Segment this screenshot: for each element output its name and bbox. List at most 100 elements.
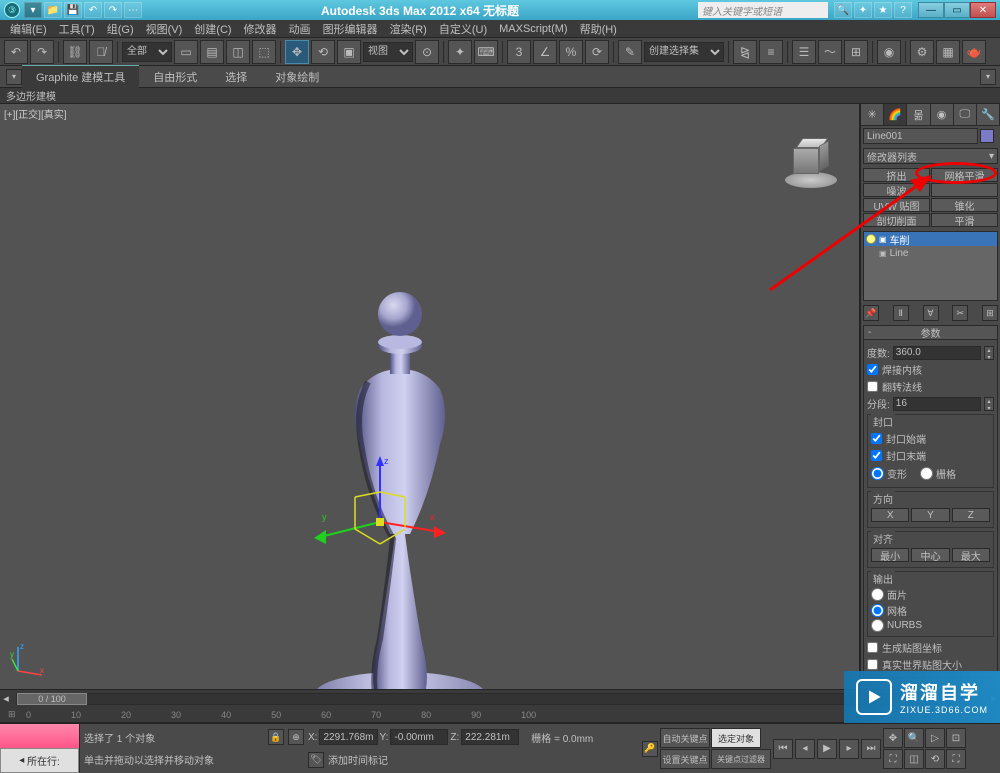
help-icon[interactable]: ? [894, 2, 912, 18]
stack-item-lathe[interactable]: ▣ 车削 [864, 232, 997, 246]
qat-more-icon[interactable]: ⋯ [124, 2, 142, 18]
menu-customize[interactable]: 自定义(U) [433, 21, 493, 37]
coord-x-field[interactable]: 2291.768m [319, 729, 377, 745]
prev-frame-icon[interactable]: ◂ [795, 739, 815, 759]
nav-region-zoom-icon[interactable]: ◫ [904, 749, 924, 769]
undo-icon[interactable]: ↶ [4, 40, 28, 64]
percent-snap-icon[interactable]: % [559, 40, 583, 64]
nav-orbit-icon[interactable]: ⟲ [925, 749, 945, 769]
nav-pan-icon[interactable]: ✥ [883, 728, 903, 748]
unlink-icon[interactable]: ⛓̸ [89, 40, 113, 64]
next-frame-icon[interactable]: ▸ [839, 739, 859, 759]
object-color-swatch[interactable] [980, 129, 994, 143]
play-icon[interactable]: ▶ [817, 739, 837, 759]
select-manipulate-icon[interactable]: ✦ [448, 40, 472, 64]
axis-x-button[interactable]: X [871, 508, 909, 522]
edit-named-sel-icon[interactable]: ✎ [618, 40, 642, 64]
selected-dropdown[interactable]: 选定对象 [711, 728, 761, 748]
rendered-frame-icon[interactable]: ▦ [936, 40, 960, 64]
timeline-prev-icon[interactable]: ◂ [0, 692, 12, 705]
layers-icon[interactable]: ☰ [792, 40, 816, 64]
select-object-icon[interactable]: ▭ [174, 40, 198, 64]
spinner-arrows-icon[interactable]: ▴▾ [984, 346, 994, 360]
nav-zoom-all-icon[interactable]: ⊡ [946, 728, 966, 748]
select-rotate-icon[interactable]: ⟲ [311, 40, 335, 64]
spinner-snap-icon[interactable]: ⟳ [585, 40, 609, 64]
mod-button-slice[interactable]: 剖切削面 [863, 213, 930, 227]
redo-icon[interactable]: ↷ [30, 40, 54, 64]
output-patch-radio[interactable] [871, 588, 884, 601]
use-pivot-icon[interactable]: ⊙ [415, 40, 439, 64]
rollout-header[interactable]: -参数 [864, 326, 997, 340]
segments-spinner[interactable]: 16 [893, 397, 981, 411]
time-tag-icon[interactable]: 🏷 [308, 752, 324, 768]
pin-stack-icon[interactable]: 📌 [863, 305, 879, 321]
align-center-button[interactable]: 中心 [911, 548, 949, 562]
motion-panel-tab[interactable]: ◉ [931, 104, 954, 125]
mod-button-meshsmooth[interactable]: 网格平滑 [931, 168, 998, 182]
output-mesh-radio[interactable] [871, 604, 884, 617]
key-filters-button[interactable]: 关键点过滤器 [711, 749, 771, 769]
coord-y-field[interactable]: -0.00mm [390, 729, 448, 745]
keyboard-shortcut-icon[interactable]: ⌨ [474, 40, 498, 64]
track-bar-toggle-icon[interactable]: ⊞ [8, 709, 22, 720]
qat-undo-icon[interactable]: ↶ [84, 2, 102, 18]
selection-lock-icon[interactable]: 🔒 [268, 729, 284, 745]
real-world-checkbox[interactable] [867, 659, 878, 670]
menu-rendering[interactable]: 渲染(R) [384, 21, 433, 37]
menu-graph-editors[interactable]: 图形编辑器 [317, 21, 384, 37]
qat-redo-icon[interactable]: ↷ [104, 2, 122, 18]
set-key-icon[interactable]: 🔑 [642, 741, 658, 757]
maxscript-mini-listener[interactable] [0, 724, 79, 748]
ribbon-tab-freeform[interactable]: 自由形式 [139, 66, 211, 88]
window-crossing-icon[interactable]: ⬚ [252, 40, 276, 64]
schematic-view-icon[interactable]: ⊞ [844, 40, 868, 64]
render-icon[interactable]: 🫖 [962, 40, 986, 64]
minimize-button[interactable]: — [918, 2, 944, 18]
ribbon-tab-selection[interactable]: 选择 [211, 66, 261, 88]
time-slider-track[interactable]: 0 / 100 [16, 693, 984, 705]
output-nurbs-radio[interactable] [871, 619, 884, 632]
select-by-name-icon[interactable]: ▤ [200, 40, 224, 64]
hierarchy-panel-tab[interactable]: 몲 [907, 104, 930, 125]
auto-key-button[interactable]: 自动关键点 [660, 728, 710, 748]
align-min-button[interactable]: 最小 [871, 548, 909, 562]
menu-views[interactable]: 视图(V) [140, 21, 189, 37]
show-end-result-icon[interactable]: Ⅱ [893, 305, 909, 321]
menu-group[interactable]: 组(G) [101, 21, 140, 37]
select-region-icon[interactable]: ◫ [226, 40, 250, 64]
degrees-spinner[interactable]: 360.0 [893, 346, 981, 360]
axis-y-button[interactable]: Y [911, 508, 949, 522]
flip-normals-checkbox[interactable] [867, 381, 878, 392]
comm-center-icon[interactable]: ✦ [854, 2, 872, 18]
ref-coord-dropdown[interactable]: 视图 [363, 42, 413, 62]
ribbon-expand-icon[interactable]: ▾ [6, 69, 22, 85]
morph-radio[interactable] [871, 467, 884, 480]
curve-editor-icon[interactable]: 〜 [818, 40, 842, 64]
named-selection-dropdown[interactable]: 创建选择集 [644, 42, 724, 62]
nav-maximize-icon[interactable]: ⛶ [946, 749, 966, 769]
expand-icon[interactable]: ▣ [879, 249, 887, 258]
coord-z-field[interactable]: 222.281m [461, 729, 519, 745]
weld-core-checkbox[interactable] [867, 364, 878, 375]
nav-fov-icon[interactable]: ▷ [925, 728, 945, 748]
nav-zoom-extents-icon[interactable]: ⛶ [883, 749, 903, 769]
mirror-icon[interactable]: ⧎ [733, 40, 757, 64]
align-max-button[interactable]: 最大 [952, 548, 990, 562]
mod-button-empty[interactable] [931, 183, 998, 197]
help-search-input[interactable]: 键入关键字或短语 [698, 2, 828, 18]
make-unique-icon[interactable]: ∀ [923, 305, 939, 321]
viewport-label[interactable]: [+][正交][真实] [4, 106, 67, 121]
goto-start-icon[interactable]: ⏮ [773, 739, 793, 759]
mod-button-smooth[interactable]: 平滑 [931, 213, 998, 227]
move-gizmo[interactable]: z x y [300, 452, 460, 572]
grid-radio[interactable] [920, 467, 933, 480]
qat-open-icon[interactable]: 📁 [44, 2, 62, 18]
mod-button-taper[interactable]: 锥化 [931, 198, 998, 212]
display-panel-tab[interactable]: 🖵 [954, 104, 977, 125]
set-key-button[interactable]: 设置关键点 [660, 749, 710, 769]
cap-start-checkbox[interactable] [871, 433, 882, 444]
utilities-panel-tab[interactable]: 🔧 [977, 104, 1000, 125]
mod-button-extrude[interactable]: 挤出 [863, 168, 930, 182]
selection-filter-dropdown[interactable]: 全部 [122, 42, 172, 62]
